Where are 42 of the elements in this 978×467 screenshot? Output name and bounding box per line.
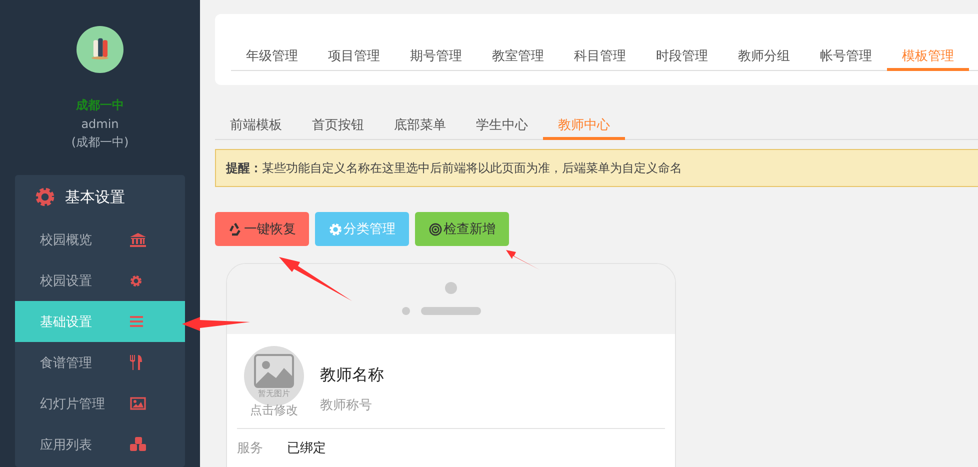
- school-name: 成都一中: [76, 97, 124, 114]
- sidebar-item[interactable]: 校园设置: [15, 260, 185, 301]
- action-button[interactable]: 一键恢复: [215, 212, 309, 246]
- image-icon: [130, 397, 146, 410]
- teacher-title: 教师称号: [320, 397, 373, 414]
- tab[interactable]: 年级管理: [231, 44, 313, 71]
- cubes-icon: [130, 437, 147, 452]
- sub-tab[interactable]: 底部菜单: [379, 112, 461, 140]
- menu-title: 基本设置: [65, 188, 125, 206]
- tab[interactable]: 时段管理: [641, 44, 723, 71]
- user-school: (成都一中): [71, 134, 129, 151]
- tab[interactable]: 教师分组: [723, 44, 805, 71]
- cutlery-icon: [130, 355, 142, 370]
- target-icon: [428, 222, 442, 236]
- sub-tab[interactable]: 学生中心: [461, 112, 543, 140]
- menu-icon: [130, 316, 143, 327]
- gear-icon: [328, 222, 342, 236]
- annotation-arrow: [182, 317, 250, 331]
- sidebar-item[interactable]: 食谱管理: [15, 342, 185, 383]
- avatar-hint: 点击修改: [250, 402, 298, 419]
- teacher-name: 教师名称: [320, 365, 384, 386]
- sub-tab[interactable]: 首页按钮: [297, 112, 379, 140]
- gear-icon: [130, 274, 142, 286]
- sidebar-item[interactable]: 校园概览: [15, 219, 185, 260]
- tab[interactable]: 期号管理: [395, 44, 477, 71]
- image-placeholder-text: 暂无图片: [258, 388, 290, 398]
- avatar: [75, 26, 125, 73]
- notice-text: 提醒：某些功能自定义名称在这里选中后前端将以此页面为准，后端菜单为自定义命名: [226, 160, 682, 176]
- tab[interactable]: 科目管理: [559, 44, 641, 71]
- gear-icon: [35, 187, 55, 207]
- tab[interactable]: 教室管理: [477, 44, 559, 71]
- sidebar-item[interactable]: 幻灯片管理: [15, 383, 185, 424]
- sidebar-item[interactable]: 应用列表: [15, 424, 185, 465]
- sub-tab[interactable]: 前端模板: [215, 112, 297, 140]
- row-label: 服务: [237, 440, 264, 457]
- bank-icon: [130, 232, 146, 246]
- action-button[interactable]: 检查新增: [415, 212, 509, 246]
- image-icon: [254, 354, 294, 388]
- row-value: 已绑定: [287, 440, 326, 457]
- tab[interactable]: 项目管理: [313, 44, 395, 71]
- user-name: admin: [81, 117, 119, 131]
- tab[interactable]: 帐号管理: [805, 44, 887, 71]
